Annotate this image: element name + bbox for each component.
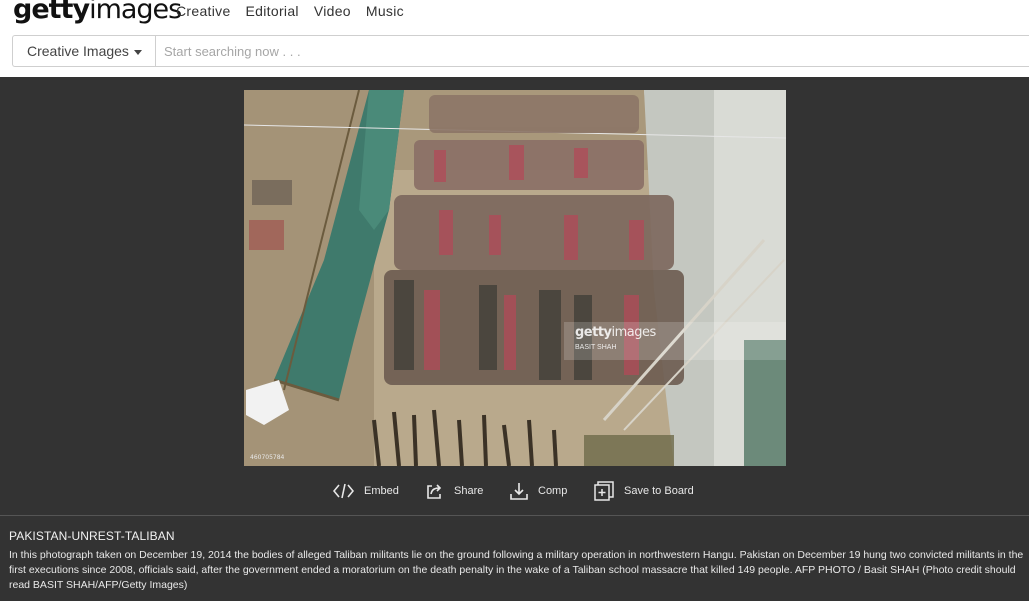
save-to-board-button[interactable]: Save to Board (594, 477, 694, 505)
image-viewer: gettyimages BASIT SHAH 460705784 Embed S… (0, 77, 1029, 601)
save-to-board-label: Save to Board (624, 485, 694, 497)
caption-title: PAKISTAN-UNREST-TALIBAN (9, 529, 175, 543)
embed-label: Embed (364, 485, 399, 497)
site-header: gettyimages Creative Editorial Video Mus… (0, 0, 1029, 77)
nav-video[interactable]: Video (314, 3, 351, 19)
getty-images-logo[interactable]: gettyimages (13, 0, 182, 25)
watermark-logo-bold: getty (575, 325, 612, 340)
watermark-credit: BASIT SHAH (575, 344, 617, 351)
image-actions: Embed Share Comp Save to Board (0, 477, 1029, 505)
caret-down-icon (133, 49, 142, 55)
nav-creative[interactable]: Creative (176, 3, 231, 19)
top-nav: Creative Editorial Video Music (176, 3, 419, 19)
comp-button[interactable]: Comp (510, 477, 567, 505)
code-icon (333, 483, 354, 499)
share-label: Share (454, 485, 484, 497)
download-icon (510, 483, 528, 500)
divider (0, 515, 1029, 516)
search-category-label: Creative Images (27, 43, 129, 59)
add-board-icon (594, 481, 614, 501)
embed-button[interactable]: Embed (333, 477, 399, 505)
image-caption: PAKISTAN-UNREST-TALIBAN In this photogra… (9, 529, 1024, 593)
caption-body: In this photograph taken on December 19,… (9, 549, 1024, 591)
logo-bold: getty (13, 0, 90, 25)
editorial-photo[interactable]: gettyimages BASIT SHAH 460705784 (244, 90, 786, 466)
share-arrow-icon (427, 483, 442, 499)
watermark: gettyimages BASIT SHAH (564, 322, 764, 360)
nav-editorial[interactable]: Editorial (246, 3, 299, 19)
share-button[interactable]: Share (426, 477, 483, 505)
watermark-logo-light: images (611, 325, 657, 340)
search-category-dropdown[interactable]: Creative Images (13, 36, 156, 66)
photo-illustration (244, 90, 786, 466)
search-bar: Creative Images (12, 35, 1029, 67)
search-input[interactable] (156, 36, 1029, 66)
comp-label: Comp (538, 485, 568, 497)
logo-light: images (89, 0, 182, 25)
watermark-logo: gettyimages (575, 325, 656, 340)
nav-music[interactable]: Music (366, 3, 404, 19)
photo-id: 460705784 (250, 454, 285, 461)
